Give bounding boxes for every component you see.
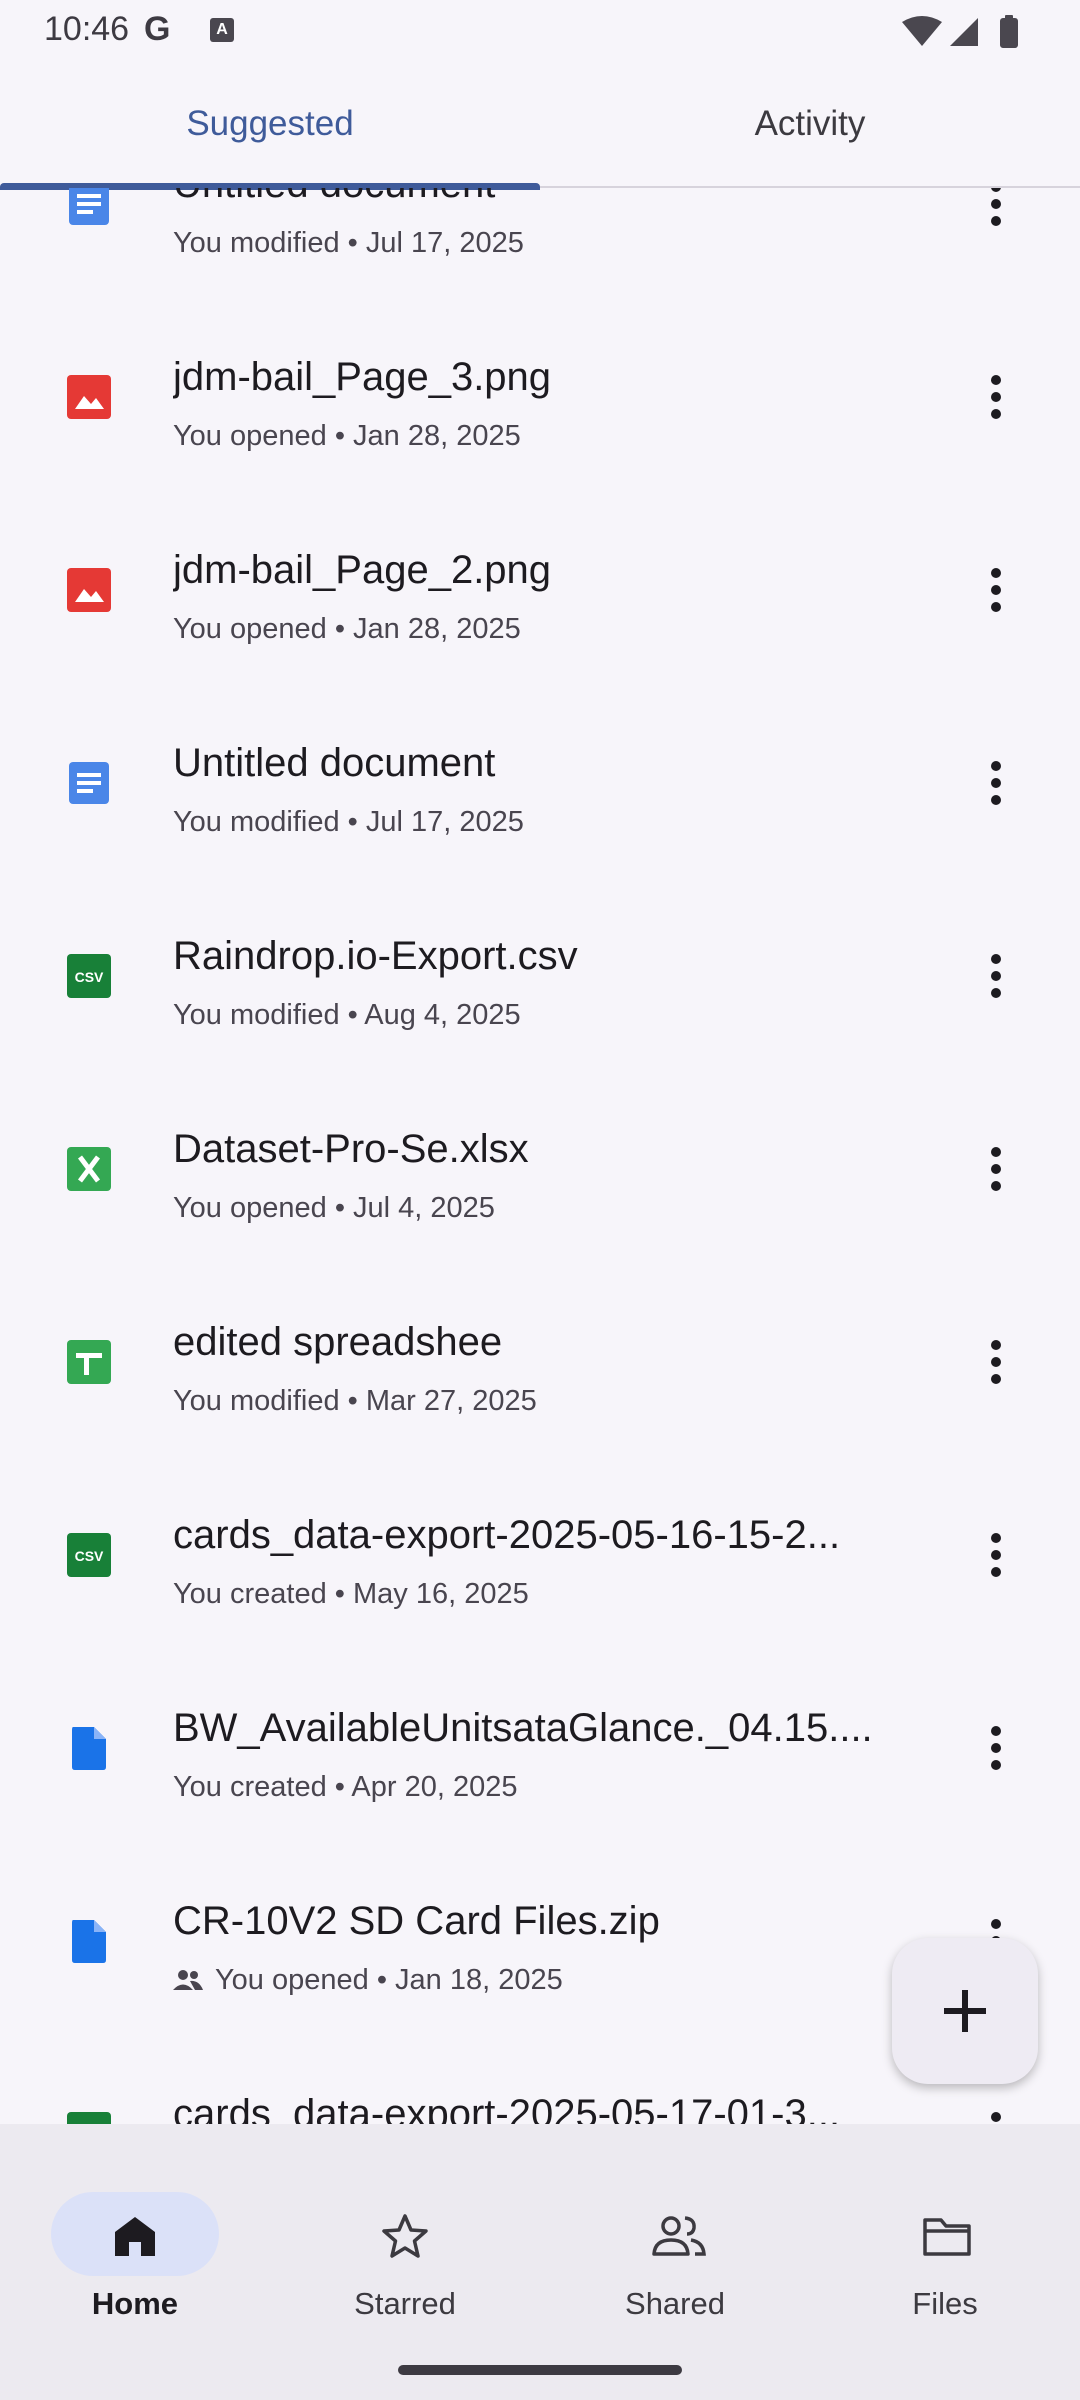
nav-home[interactable]: Home (0, 2158, 270, 2321)
bottom-navigation: Home Starred Shared Files (0, 2124, 1080, 2400)
more-options-icon[interactable] (976, 951, 1016, 1001)
more-options-icon[interactable] (976, 188, 1016, 229)
more-options-icon[interactable] (976, 758, 1016, 808)
file-row[interactable]: BW_AvailableUnitsataGlance._04.15.... Yo… (0, 1651, 1080, 1844)
more-options-icon[interactable] (976, 565, 1016, 615)
file-meta: You modified • Jul 17, 2025 (173, 806, 524, 838)
shared-people-icon (173, 1970, 203, 1990)
nav-shared-label: Shared (625, 2286, 725, 2321)
nav-starred-label: Starred (354, 2286, 456, 2321)
file-name: edited spreadshee (173, 1320, 503, 1364)
file-list[interactable]: Untitled document You modified • Jul 17,… (0, 188, 1080, 2124)
file-name: Untitled document (173, 741, 496, 785)
file-row[interactable]: Dataset-Pro-Se.xlsx You opened • Jul 4, … (0, 1072, 1080, 1265)
more-options-icon[interactable] (976, 1144, 1016, 1194)
a-notification-icon: A (210, 18, 234, 42)
signal-icon (950, 18, 978, 46)
star-icon (382, 2214, 428, 2258)
file-row[interactable]: CSV cards_data-export-2025-05-16-15-2...… (0, 1458, 1080, 1651)
wifi-icon (902, 16, 942, 46)
file-row[interactable]: Untitled document You modified • Jul 17,… (0, 188, 1080, 300)
doc-icon (69, 188, 109, 225)
svg-text:CSV: CSV (75, 969, 104, 985)
file-row[interactable]: jdm-bail_Page_2.png You opened • Jan 28,… (0, 493, 1080, 686)
status-icons (902, 15, 1018, 48)
file-meta: You opened • Jul 4, 2025 (173, 1192, 495, 1224)
more-options-icon[interactable] (976, 1723, 1016, 1773)
file-meta: You modified • Jul 17, 2025 (173, 227, 524, 259)
doc-icon (69, 762, 109, 804)
file-name: jdm-bail_Page_2.png (173, 548, 552, 592)
file-meta-row: You opened • Jan 18, 2025 (173, 1964, 563, 1997)
new-item-button[interactable] (892, 1938, 1038, 2084)
file-name: cards_data-export-2025-05-16-15-2... (173, 1513, 841, 1557)
image-icon (67, 375, 111, 419)
home-icon (115, 2217, 155, 2256)
file-icon (72, 1920, 106, 1963)
csv-icon: CSV (67, 1533, 111, 1577)
tab-bar: Suggested Activity (0, 62, 1080, 190)
more-options-icon[interactable] (976, 2109, 1016, 2124)
file-meta: You created • May 16, 2025 (173, 1578, 529, 1610)
file-name: Raindrop.io-Export.csv (173, 934, 578, 978)
tab-suggested-label: Suggested (186, 104, 354, 143)
file-meta: You opened • Jan 28, 2025 (173, 613, 521, 645)
sheets-icon (67, 1340, 111, 1384)
file-meta: You modified • Mar 27, 2025 (173, 1385, 537, 1417)
file-name: Dataset-Pro-Se.xlsx (173, 1127, 529, 1171)
file-row[interactable]: Untitled document You modified • Jul 17,… (0, 686, 1080, 879)
file-name: BW_AvailableUnitsataGlance._04.15.... (173, 1706, 873, 1750)
tab-suggested[interactable]: Suggested (0, 62, 540, 190)
file-name: CR-10V2 SD Card Files.zip (173, 1899, 660, 1943)
nav-starred[interactable]: Starred (270, 2158, 540, 2321)
plus-icon (944, 1990, 986, 2032)
people-icon (652, 2216, 706, 2256)
file-row[interactable]: jdm-bail_Page_3.png You opened • Jan 28,… (0, 300, 1080, 493)
file-meta: You modified • Aug 4, 2025 (173, 999, 521, 1031)
file-row[interactable]: edited spreadshee You modified • Mar 27,… (0, 1265, 1080, 1458)
gesture-handle[interactable] (398, 2365, 682, 2375)
nav-shared[interactable]: Shared (540, 2158, 810, 2321)
svg-text:CSV: CSV (75, 1548, 104, 1564)
file-name: jdm-bail_Page_3.png (173, 355, 552, 399)
csv-icon: CSV (67, 2112, 111, 2124)
more-options-icon[interactable] (976, 1337, 1016, 1387)
file-meta: You opened • Jan 28, 2025 (173, 420, 521, 452)
tab-activity-label: Activity (754, 104, 866, 143)
tab-activity[interactable]: Activity (540, 62, 1080, 186)
file-icon (72, 1727, 106, 1770)
more-options-icon[interactable] (976, 372, 1016, 422)
file-meta: You created • Apr 20, 2025 (173, 1771, 518, 1803)
file-name: cards_data-export-2025-05-17-01-3... (173, 2092, 841, 2124)
file-meta: You opened • Jan 18, 2025 (215, 1964, 563, 1996)
folder-icon (923, 2218, 971, 2256)
google-notification-icon: G (144, 10, 171, 48)
file-name: Untitled document (173, 188, 903, 207)
battery-icon (1000, 18, 1018, 48)
more-options-icon[interactable] (976, 1530, 1016, 1580)
status-time: 10:46 (44, 10, 130, 48)
csv-icon: CSV (67, 954, 111, 998)
nav-files[interactable]: Files (810, 2158, 1080, 2321)
status-bar: 10:46 G A (0, 0, 1080, 62)
nav-home-label: Home (91, 2286, 179, 2321)
file-row[interactable]: CSV Raindrop.io-Export.csv You modified … (0, 879, 1080, 1072)
image-icon (67, 568, 111, 612)
excel-icon (67, 1147, 111, 1191)
nav-files-label: Files (912, 2286, 978, 2321)
